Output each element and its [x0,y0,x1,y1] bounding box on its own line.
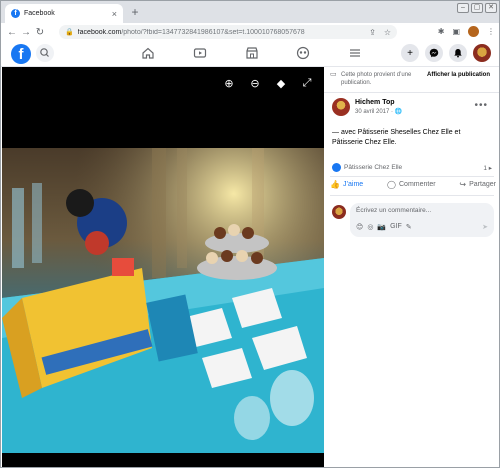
marketplace-icon[interactable] [245,46,259,60]
groups-icon[interactable] [296,46,310,60]
thumbs-up-icon: 👍 [330,180,340,189]
facebook-header: f + [1,41,499,67]
browser-toolbar: ← → ↻ 🔒 facebook.com/photo/?fbid=1347732… [1,23,499,41]
search-button[interactable] [36,44,54,62]
tab-close-icon[interactable]: × [112,9,117,19]
zoom-in-icon[interactable]: ⊕ [222,77,236,90]
lock-icon[interactable]: 🔒 [65,28,74,36]
post-sidebar: ▭ Cette photo provient d’une publication… [324,67,499,467]
window-controls: – ▢ ✕ [457,3,497,13]
close-window-button[interactable]: ✕ [485,3,497,13]
fullscreen-icon[interactable]: ⤢ [300,77,314,90]
new-tab-button[interactable]: + [128,5,142,19]
like-reaction-icon [332,163,341,172]
more-options-icon[interactable]: ••• [474,100,488,111]
facebook-logo-icon[interactable]: f [11,44,31,64]
reaction-names[interactable]: Pâtisserie Chez Elle [344,164,402,171]
bookmark-star-icon[interactable]: ☆ [384,28,391,37]
address-bar[interactable]: 🔒 facebook.com/photo/?fbid=1347732841986… [59,25,397,39]
profile-avatar-icon[interactable] [468,26,479,37]
comment-input[interactable]: Écrivez un commentaire... 😊 ◎ 📷 GIF ✎ ➤ [350,203,494,237]
reactions-row: Pâtisserie Chez Elle 1 ▸ [332,163,492,172]
account-avatar[interactable] [473,44,491,62]
cake-photo-art [2,148,324,453]
tab-title: Facebook [24,10,55,17]
photo-image[interactable] [2,148,324,453]
tag-icon[interactable]: ◆ [274,77,288,90]
photo-viewer: ⊕ ⊖ ◆ ⤢ [2,67,324,467]
commenter-avatar [332,205,346,219]
share-label: Partager [469,181,496,188]
like-label: J’aime [342,181,364,188]
post-date[interactable]: 30 avril 2017 · 🌐 [355,108,402,115]
send-icon[interactable]: ➤ [482,223,488,231]
divider [330,195,494,196]
divider [330,176,494,177]
tab-strip: f Facebook × + – ▢ ✕ [1,1,499,23]
show-post-link[interactable]: Afficher la publication [427,71,490,87]
post-info-icon: ▭ [330,71,337,78]
url-text[interactable]: facebook.com/photo/?fbid=134773284198610… [78,29,369,36]
messenger-button[interactable] [425,44,443,62]
home-icon[interactable] [141,46,155,60]
author-avatar[interactable] [332,98,350,116]
share-icon: ↪ [459,180,467,189]
side-panel-icon[interactable]: ▣ [452,27,460,36]
camera-icon[interactable]: 📷 [377,223,386,231]
bell-icon [454,49,462,58]
photo-tools: ⊕ ⊖ ◆ ⤢ [222,77,314,90]
like-button[interactable]: 👍 J’aime [330,180,363,189]
post-actions: 👍 J’aime ◯ Commenter ↪ Partager [330,180,496,189]
menu-icon[interactable] [348,46,362,60]
divider [324,92,499,93]
comment-tools: 😊 ◎ 📷 GIF ✎ ➤ [356,223,488,231]
share-button[interactable]: ↪ Partager [459,180,496,189]
author-name[interactable]: Hichem Top [355,99,402,106]
comment-icon: ◯ [387,180,396,189]
post-author: Hichem Top 30 avril 2017 · 🌐 [332,98,402,116]
avatar-sticker-icon[interactable]: ✎ [406,223,412,231]
plus-icon: + [407,47,413,59]
reload-icon[interactable]: ↻ [33,27,47,38]
search-icon [40,48,49,57]
watch-icon[interactable] [193,46,207,60]
sticker-icon[interactable]: 😊 [356,223,363,231]
photo-source-notice: ▭ Cette photo provient d’une publication… [330,71,499,87]
post-caption: — avec Pâtisserie Sheselles Chez Elle et… [332,129,461,146]
browser-menu-icon[interactable]: ⋮ [487,27,495,36]
back-icon[interactable]: ← [5,27,19,38]
browser-tab[interactable]: f Facebook × [5,4,123,23]
facebook-favicon-icon: f [11,9,20,18]
comment-placeholder: Écrivez un commentaire... [356,207,432,214]
create-button[interactable]: + [401,44,419,62]
comment-label: Commenter [399,181,436,188]
gif-icon[interactable]: GIF [390,223,402,231]
zoom-out-icon[interactable]: ⊖ [248,77,262,90]
browser-window: f Facebook × + – ▢ ✕ ← → ↻ 🔒 facebook.co… [0,0,500,468]
notifications-button[interactable] [449,44,467,62]
messenger-icon [429,48,439,58]
comment-composer: Écrivez un commentaire... 😊 ◎ 📷 GIF ✎ ➤ [332,203,494,237]
extensions-icon[interactable]: ✱ [438,27,445,36]
comment-button[interactable]: ◯ Commenter [387,180,436,189]
minimize-button[interactable]: – [457,3,469,13]
emoji-icon[interactable]: ◎ [367,223,373,231]
share-count[interactable]: 1 ▸ [483,164,492,172]
maximize-button[interactable]: ▢ [471,3,483,13]
share-page-icon[interactable]: ⇪ [369,28,376,37]
notice-text: Cette photo provient d’une publication. [341,72,412,86]
forward-icon[interactable]: → [19,27,33,38]
